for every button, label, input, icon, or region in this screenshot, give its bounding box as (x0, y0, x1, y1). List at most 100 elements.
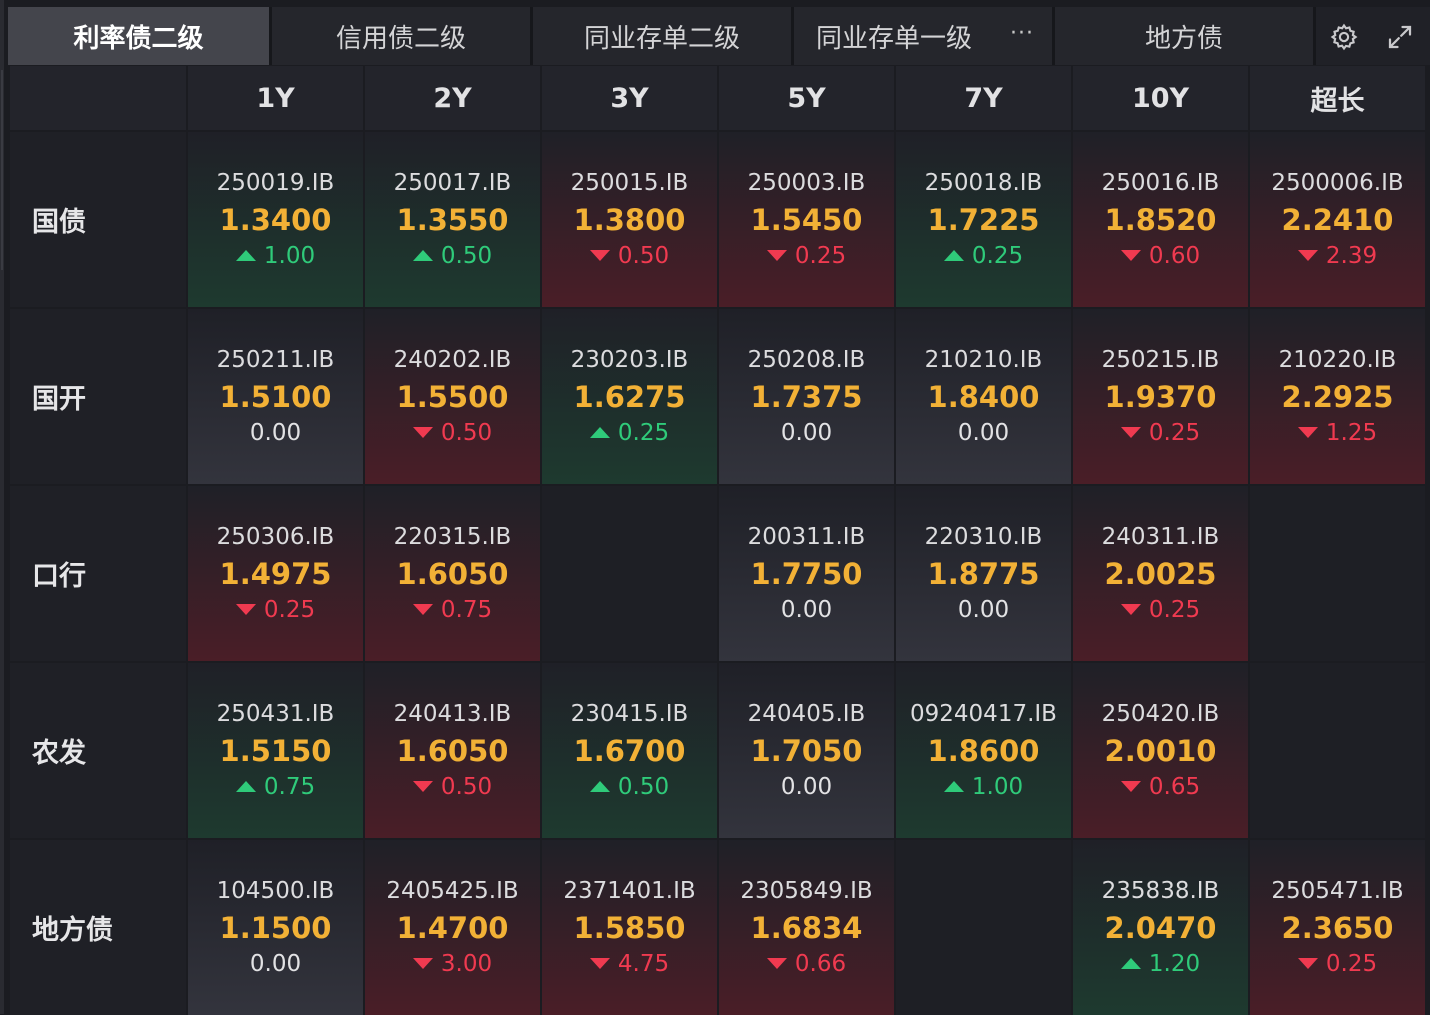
yield-change: 0.00 (958, 594, 1009, 626)
bond-quote-cell[interactable]: 250003.IB 1.5450 0.25 (719, 132, 894, 307)
triangle-down-icon (589, 250, 610, 261)
yield-change: 0.66 (766, 948, 847, 980)
bond-quote-cell[interactable]: 230415.IB 1.6700 0.50 (542, 663, 717, 838)
triangle-down-icon (1120, 427, 1141, 438)
bond-quote-cell[interactable]: 250211.IB 1.5100 0.00 (188, 309, 363, 484)
yield-change: 0.00 (958, 417, 1009, 449)
bond-quote-cell[interactable]: 104500.IB 1.1500 0.00 (188, 840, 363, 1015)
bond-quote-cell[interactable]: 210220.IB 2.2925 1.25 (1250, 309, 1425, 484)
bond-quote-cell[interactable]: 220310.IB 1.8775 0.00 (896, 486, 1071, 661)
expand-icon[interactable] (1384, 21, 1416, 53)
yield-change: 0.25 (1297, 948, 1377, 980)
yield-change-value: 2.39 (1325, 242, 1378, 269)
bond-quote-cell[interactable]: 250018.IB 1.7225 0.25 (896, 132, 1071, 307)
bond-quote-cell[interactable]: 230203.IB 1.6275 0.25 (542, 309, 717, 484)
bond-quote-cell[interactable]: 250019.IB 1.3400 1.00 (188, 132, 363, 307)
triangle-down-icon (1120, 781, 1141, 792)
bond-quote-cell[interactable]: 210210.IB 1.8400 0.00 (896, 309, 1071, 484)
triangle-up-icon (589, 427, 610, 438)
yield-change-value: 0.25 (971, 242, 1024, 269)
more-icon[interactable]: ··· (1010, 21, 1034, 46)
column-header: 7Y (896, 66, 1071, 130)
tab-ncd-primary[interactable]: 同业存单一级 ··· (794, 7, 1052, 65)
tab-bar: 利率债二级 信用债二级 同业存单二级 同业存单一级 ··· 地方债 (8, 7, 1430, 65)
tab-ncd-secondary[interactable]: 同业存单二级 (533, 7, 791, 65)
yield-change-value: 0.75 (440, 596, 493, 623)
column-header: 10Y (1073, 66, 1248, 130)
bond-code: 220310.IB (924, 523, 1043, 550)
triangle-up-icon (1120, 958, 1141, 969)
yield-change-value: 0.00 (780, 419, 833, 446)
bond-code: 250018.IB (924, 169, 1043, 196)
yield-change-value: 0.00 (780, 596, 833, 623)
yield-change-value: 0.25 (1148, 596, 1201, 623)
bond-quote-cell[interactable]: 200311.IB 1.7750 0.00 (719, 486, 894, 661)
bond-quote-cell[interactable]: 250215.IB 1.9370 0.25 (1073, 309, 1248, 484)
bond-quote-cell[interactable]: 250306.IB 1.4975 0.25 (188, 486, 363, 661)
resize-grip[interactable] (1, 70, 3, 270)
left-edge-strip (0, 0, 4, 1014)
bond-quote-cell[interactable]: 240311.IB 2.0025 0.25 (1073, 486, 1248, 661)
bond-code: 210210.IB (924, 346, 1043, 373)
bond-yield: 1.5850 (573, 910, 686, 945)
triangle-up-icon (943, 781, 964, 792)
bond-code: 240413.IB (393, 700, 512, 727)
yield-change-value: 0.66 (794, 950, 847, 977)
bond-code: 230415.IB (570, 700, 689, 727)
bond-quote-cell[interactable]: 240202.IB 1.5500 0.50 (365, 309, 540, 484)
empty-cell (1250, 663, 1425, 838)
yield-change: 0.25 (1120, 417, 1200, 449)
bond-yield: 1.3550 (396, 202, 509, 237)
yield-change-value: 0.50 (617, 773, 670, 800)
bond-yield: 1.3800 (573, 202, 686, 237)
tab-credit-bond-secondary[interactable]: 信用债二级 (272, 7, 530, 65)
bond-yield: 1.4975 (219, 556, 332, 591)
bond-quote-cell[interactable]: 250017.IB 1.3550 0.50 (365, 132, 540, 307)
tab-rate-bond-secondary[interactable]: 利率债二级 (8, 7, 269, 65)
yield-change: 1.25 (1297, 417, 1377, 449)
yield-change: 0.50 (412, 240, 492, 272)
tab-local-gov-bond[interactable]: 地方债 (1055, 7, 1313, 65)
bond-code: 104500.IB (216, 877, 335, 904)
bond-code: 210220.IB (1278, 346, 1397, 373)
bond-yield: 1.7050 (750, 733, 863, 768)
bond-quote-cell[interactable]: 250016.IB 1.8520 0.60 (1073, 132, 1248, 307)
yield-change: 0.60 (1120, 240, 1200, 272)
bond-quote-cell[interactable]: 2500006.IB 2.2410 2.39 (1250, 132, 1425, 307)
triangle-up-icon (235, 250, 256, 261)
bond-quote-cell[interactable]: 2371401.IB 1.5850 4.75 (542, 840, 717, 1015)
yield-change-value: 0.25 (794, 242, 847, 269)
gear-icon[interactable] (1328, 21, 1360, 53)
bond-quote-cell[interactable]: 250015.IB 1.3800 0.50 (542, 132, 717, 307)
bond-code: 220315.IB (393, 523, 512, 550)
bond-yield: 1.7225 (927, 202, 1040, 237)
yield-change-value: 0.50 (440, 419, 493, 446)
bond-quote-cell[interactable]: 09240417.IB 1.8600 1.00 (896, 663, 1071, 838)
yield-change-value: 1.20 (1148, 950, 1201, 977)
triangle-down-icon (766, 250, 787, 261)
bond-yield: 2.0470 (1104, 910, 1217, 945)
yield-change: 0.00 (250, 417, 301, 449)
bond-quote-cell[interactable]: 250431.IB 1.5150 0.75 (188, 663, 363, 838)
yield-change-value: 0.25 (263, 596, 316, 623)
bond-quote-cell[interactable]: 2405425.IB 1.4700 3.00 (365, 840, 540, 1015)
yield-change-value: 0.75 (263, 773, 316, 800)
bond-quote-cell[interactable]: 240413.IB 1.6050 0.50 (365, 663, 540, 838)
triangle-up-icon (235, 781, 256, 792)
bond-quote-cell[interactable]: 235838.IB 2.0470 1.20 (1073, 840, 1248, 1015)
row-label: 口行 (10, 486, 186, 661)
bond-quote-cell[interactable]: 240405.IB 1.7050 0.00 (719, 663, 894, 838)
bond-quote-cell[interactable]: 2305849.IB 1.6834 0.66 (719, 840, 894, 1015)
bond-yield: 1.3400 (219, 202, 332, 237)
bond-yield: 1.8520 (1104, 202, 1217, 237)
bond-yield: 1.7375 (750, 379, 863, 414)
triangle-down-icon (412, 781, 433, 792)
yield-change: 0.50 (589, 240, 669, 272)
bond-quote-cell[interactable]: 250420.IB 2.0010 0.65 (1073, 663, 1248, 838)
bond-quote-cell[interactable]: 250208.IB 1.7375 0.00 (719, 309, 894, 484)
yield-change-value: 0.00 (249, 419, 302, 446)
bond-code: 09240417.IB (910, 700, 1057, 727)
bond-quote-cell[interactable]: 2505471.IB 2.3650 0.25 (1250, 840, 1425, 1015)
bond-quote-cell[interactable]: 220315.IB 1.6050 0.75 (365, 486, 540, 661)
bond-code: 250215.IB (1101, 346, 1220, 373)
